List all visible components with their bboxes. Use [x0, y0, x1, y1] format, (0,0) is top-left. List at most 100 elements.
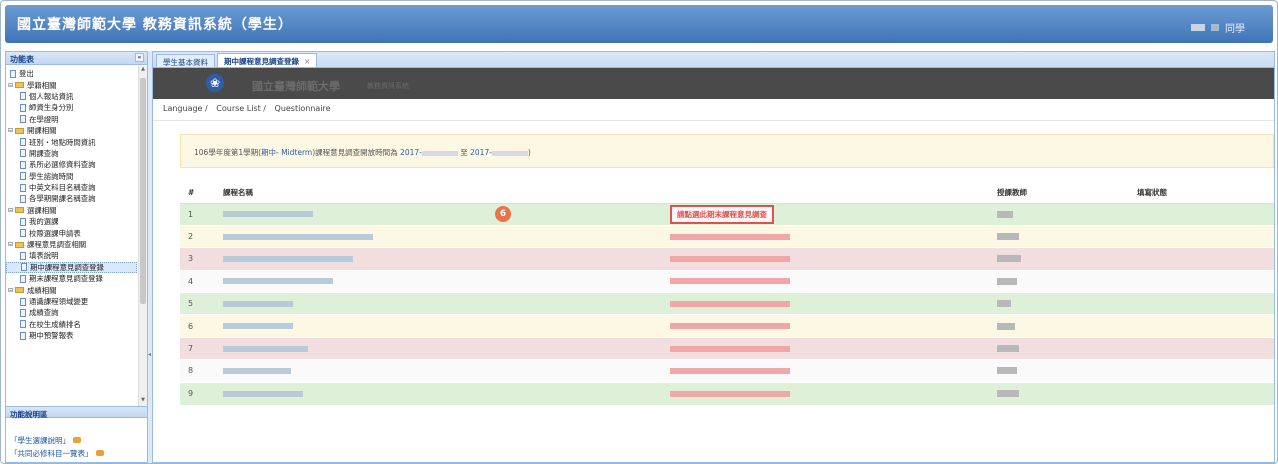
menu-item-label: 通識課程領域變更	[29, 297, 89, 306]
collapse-toggle-icon[interactable]: ⊟	[8, 207, 15, 214]
menu-item-label: 在校生成績排名	[29, 319, 81, 329]
fill-survey-link[interactable]	[670, 367, 790, 374]
status-cell	[1137, 224, 1274, 248]
fill-survey-link[interactable]	[670, 278, 790, 285]
collapse-toggle-icon[interactable]: ⊟	[8, 287, 15, 294]
menu-item-label: 我的選課	[29, 217, 59, 227]
menu-item[interactable]: 我的選課	[6, 216, 137, 227]
questionnaire-cell	[670, 224, 997, 248]
menu-item[interactable]: 期中課程意見調查登錄	[6, 261, 137, 274]
menu-item[interactable]: 開課查詢	[6, 148, 137, 159]
menu-item-label: 成績相關	[27, 285, 57, 295]
menu-item[interactable]: 在學證明	[6, 114, 137, 125]
page-icon	[20, 217, 26, 226]
redacted-teacher	[997, 233, 1019, 241]
app-window: 國立臺灣師範大學 教務資訊系統（學生） 同學 功能表 « 登出 ⊟ 學籍相關 個人報站…	[0, 0, 1278, 464]
scroll-up-icon[interactable]: ▲	[139, 66, 147, 75]
col-header-index: #	[180, 183, 223, 204]
scroll-down-icon[interactable]: ▼	[139, 397, 147, 406]
breadcrumb-language[interactable]: Language /	[163, 104, 208, 113]
sidebar: 功能表 « 登出 ⊟ 學籍相關 個人報站資訊 師資生身分別 在學證明 ⊟ 開課相關 班別・地點時…	[5, 51, 148, 463]
col-header-teacher: 授課教師	[997, 183, 1137, 204]
page-icon	[20, 172, 26, 181]
course-name-cell	[223, 359, 670, 383]
scroll-thumb[interactable]	[140, 78, 146, 304]
menu-item[interactable]: 校際選課申請表	[6, 227, 137, 238]
menu-item[interactable]: 個人報站資訊	[6, 91, 137, 102]
questionnaire-cell	[670, 292, 997, 315]
help-link-course-selection[interactable]: 「學生選課說明」	[10, 436, 70, 445]
row-index: 2	[180, 224, 223, 248]
course-name-cell	[223, 314, 670, 338]
collapse-toggle-icon[interactable]: ⊟	[8, 127, 15, 134]
teacher-cell	[997, 292, 1137, 315]
menu-item-label: 填表說明	[29, 251, 59, 261]
notice-prefix: 106學年度第1學期(	[194, 148, 262, 157]
fill-survey-link[interactable]: 請點選此期末課程意見調查	[670, 204, 774, 224]
sidebar-scrollbar[interactable]: ▲ ▼	[138, 66, 147, 406]
user-info: 同學	[1191, 20, 1245, 35]
menu-item[interactable]: 在校生成績排名	[6, 319, 137, 330]
fill-survey-link[interactable]	[670, 323, 790, 330]
menu-item[interactable]: 系所必選修資料查詢	[6, 159, 137, 170]
table-row: 2	[180, 224, 1274, 248]
menu-item[interactable]: 填表說明	[6, 250, 137, 261]
main-panel: 學生基本資料 期中課程意見調查登錄 × ❀ 國立臺灣師範大學 教務資訊系統 Lan…	[152, 51, 1275, 463]
splitter-grip-icon[interactable]: ◂	[148, 351, 151, 358]
menu-item[interactable]: 登出	[6, 68, 137, 79]
menu-item[interactable]: 學生諮詢時間	[6, 171, 137, 182]
teacher-cell	[997, 247, 1137, 271]
tab-midterm-survey[interactable]: 期中課程意見調查登錄 ×	[217, 53, 318, 67]
folder-icon	[15, 127, 24, 134]
tab-student-info[interactable]: 學生基本資料	[156, 54, 215, 67]
menu-item[interactable]: 師資生身分別	[6, 102, 137, 113]
menu-item[interactable]: 中英文科目名稱查詢	[6, 182, 137, 193]
fill-survey-link[interactable]	[670, 233, 790, 240]
menu-item[interactable]: 期末課程意見調查登錄	[6, 273, 137, 284]
menu-folder[interactable]: ⊟ 開課相關	[6, 125, 137, 136]
menu-item-label: 個人報站資訊	[29, 91, 74, 101]
fill-survey-link[interactable]	[670, 255, 790, 262]
menu-item[interactable]: 班別・地點時間資訊	[6, 136, 137, 147]
page-icon	[20, 149, 26, 158]
course-table: # 課程名稱 授課教師 填寫狀態 1 請點選此期末課程意見調查 2 3 4 5 6 7 8 9	[180, 183, 1274, 405]
notice-start-date: 2017-	[400, 148, 422, 157]
fill-survey-link[interactable]	[670, 300, 790, 307]
breadcrumb-course-list[interactable]: Course List /	[216, 104, 266, 113]
menu-folder[interactable]: ⊟ 課程意見調查相關	[6, 239, 137, 250]
close-icon[interactable]: ×	[304, 57, 310, 66]
redacted-course-name	[223, 300, 293, 307]
menu-folder[interactable]: ⊟ 選課相關	[6, 205, 137, 216]
table-row: 5	[180, 292, 1274, 315]
collapse-toggle-icon[interactable]: ⊟	[8, 82, 15, 89]
collapse-toggle-icon[interactable]: ⊟	[8, 241, 15, 248]
row-index: 9	[180, 381, 223, 405]
menu-item[interactable]: 各學期開課名稱查詢	[6, 193, 137, 204]
menu-item[interactable]: 期中預警報表	[6, 330, 137, 341]
col-header-course-name: 課程名稱	[223, 183, 670, 204]
page-icon	[20, 251, 26, 260]
page-icon	[20, 331, 26, 340]
fill-survey-link[interactable]	[670, 390, 790, 397]
questionnaire-cell	[670, 336, 997, 360]
redacted-course-name	[223, 345, 308, 352]
collapse-icon[interactable]: «	[135, 53, 144, 62]
help-link-required-courses[interactable]: 「共同必修科目一覽表」	[10, 449, 93, 458]
redacted-teacher	[997, 390, 1019, 398]
table-row: 6	[180, 314, 1274, 338]
menu-folder[interactable]: ⊟ 成績相關	[6, 284, 137, 295]
table-row: 4	[180, 269, 1274, 293]
menu-item-label: 成績查詢	[29, 308, 59, 318]
menu-item[interactable]: 成績查詢	[6, 307, 137, 318]
notice-suffix: )	[527, 148, 531, 157]
fill-survey-link[interactable]	[670, 345, 790, 352]
row-index: 6	[180, 314, 223, 338]
menu-item[interactable]: 通識課程領域變更	[6, 296, 137, 307]
step-badge: 6	[495, 206, 511, 222]
page-icon	[21, 263, 27, 272]
status-cell	[1137, 359, 1274, 383]
menu-folder[interactable]: ⊟ 學籍相關	[6, 79, 137, 90]
help-links: 「學生選課說明」 「共同必修科目一覽表」	[10, 434, 104, 460]
sidebar-header: 功能表 «	[6, 52, 147, 65]
app-title: 國立臺灣師範大學 教務資訊系統（學生）	[17, 17, 293, 33]
